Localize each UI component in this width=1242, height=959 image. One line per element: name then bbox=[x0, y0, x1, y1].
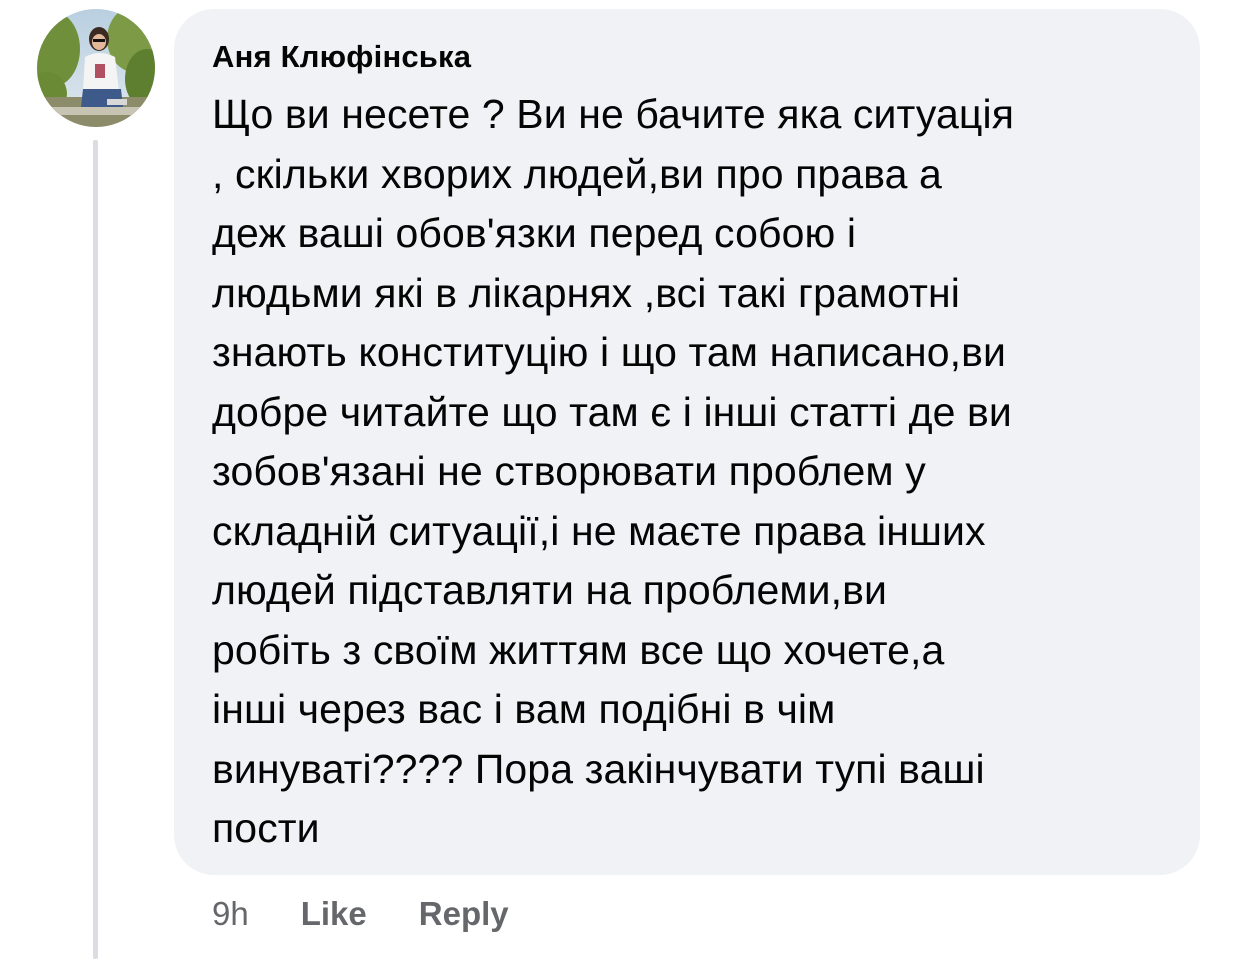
comment-bubble: Аня Клюфінська Що ви несете ? Ви не бачи… bbox=[174, 9, 1200, 875]
avatar-photo-icon bbox=[37, 9, 155, 127]
comment-actions: 9h Like Reply bbox=[212, 892, 509, 936]
like-button[interactable]: Like bbox=[301, 895, 367, 933]
reply-button[interactable]: Reply bbox=[419, 895, 509, 933]
thread-line bbox=[93, 140, 98, 959]
avatar[interactable] bbox=[37, 9, 155, 127]
comment-timestamp[interactable]: 9h bbox=[212, 895, 249, 933]
comment-author[interactable]: Аня Клюфінська bbox=[212, 39, 1164, 75]
comment-text: Що ви несете ? Ви не бачите яка ситуація… bbox=[212, 91, 1014, 851]
